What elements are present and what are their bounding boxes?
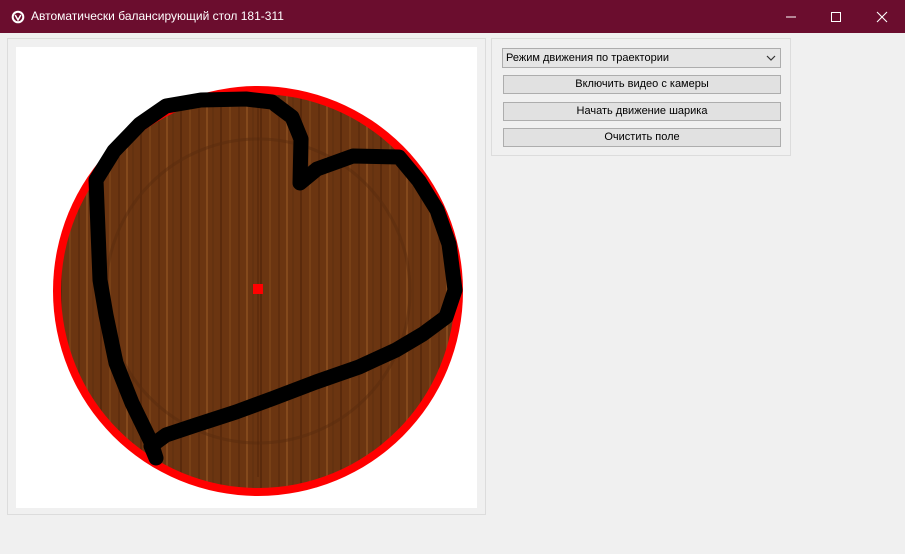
window-title: Автоматически балансирующий стол 181-311 xyxy=(31,9,284,23)
table-canvas[interactable] xyxy=(16,47,477,508)
chevron-down-icon xyxy=(766,55,776,61)
close-icon xyxy=(876,11,888,23)
start-ball-button[interactable]: Начать движение шарика xyxy=(503,102,781,121)
clear-field-button[interactable]: Очистить поле xyxy=(503,128,781,147)
minimize-icon xyxy=(786,16,796,18)
ball-marker xyxy=(253,284,263,294)
mode-select[interactable]: Режим движения по траектории xyxy=(502,48,781,68)
minimize-button[interactable] xyxy=(768,0,814,33)
title-bar: Автоматически балансирующий стол 181-311 xyxy=(0,0,905,33)
table-view xyxy=(53,86,463,496)
camera-video-button[interactable]: Включить видео с камеры xyxy=(503,75,781,94)
close-button[interactable] xyxy=(859,0,905,33)
mode-select-value: Режим движения по траектории xyxy=(506,52,669,64)
maximize-button[interactable] xyxy=(813,0,859,33)
maximize-icon xyxy=(831,12,841,22)
app-logo-icon xyxy=(11,10,25,24)
